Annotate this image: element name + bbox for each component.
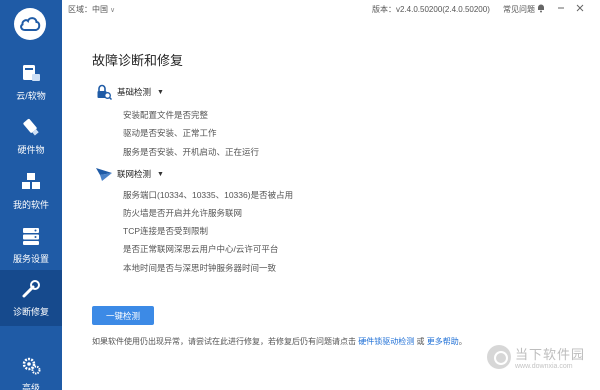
sidebar-item-label: 高级 <box>21 383 40 390</box>
sidebar-item-my-software[interactable]: 我的软件 <box>0 163 62 219</box>
cloud-device-icon <box>18 60 44 86</box>
app-logo <box>14 8 46 40</box>
cubes-icon <box>18 169 44 195</box>
watermark: 当下软件园 www.downxia.com <box>487 344 585 370</box>
minimize-icon[interactable] <box>555 2 567 14</box>
usb-key-icon <box>18 114 44 140</box>
check-item: 服务端口(10334、10335、10336)是否被占用 <box>123 190 294 200</box>
sidebar-item-label: 我的软件 <box>12 200 49 210</box>
page-title: 故障诊断和修复 <box>92 53 184 68</box>
watermark-text: 当下软件园 www.downxia.com <box>515 344 585 370</box>
sidebar-item-label: 诊断修复 <box>12 307 49 317</box>
check-item: 本地时间是否与深思时钟服务器时间一致 <box>123 263 277 273</box>
check-item: 是否正常联网深思云用户中心/云许可平台 <box>123 244 279 254</box>
cloud-logo-icon <box>20 17 41 31</box>
sidebar-item-label: 服务设置 <box>12 254 49 264</box>
wrench-icon <box>18 276 44 302</box>
sidebar: 云/软物 硬件物 我的软件 服务设置 诊断修复 高级 <box>0 0 62 390</box>
version-value: v2.4.0.50200(2.4.0.50200) <box>396 5 490 14</box>
section-title: 基础检测 <box>117 87 152 97</box>
section-basic-check[interactable]: 基础检测 ▼ <box>95 83 164 101</box>
faq-link[interactable]: 常见问题 <box>503 4 535 15</box>
app-window: 云/软物 硬件物 我的软件 服务设置 诊断修复 高级 区域：中国 ∨ 版本：v2… <box>0 0 600 390</box>
check-item: 驱动是否安装、正常工作 <box>123 128 217 138</box>
version-info: 版本：v2.4.0.50200(2.4.0.50200) <box>372 4 490 15</box>
one-click-check-button[interactable]: 一键检测 <box>92 306 154 325</box>
driver-check-link[interactable]: 硬件锁驱动检测 <box>358 337 414 346</box>
footer-middle: 或 <box>416 337 425 346</box>
version-label: 版本： <box>372 5 396 14</box>
close-icon[interactable] <box>574 2 586 14</box>
watermark-url: www.downxia.com <box>515 363 573 370</box>
region-selector[interactable]: 区域：中国 ∨ <box>68 4 115 15</box>
sidebar-item-hardware-key[interactable]: 硬件物 <box>0 108 62 164</box>
footer-note: 如果软件使用仍出现异常，请尝试在此进行修复，若修复后仍有问题请点击 硬件锁驱动检… <box>92 336 467 347</box>
title-bar: 区域：中国 ∨ 版本：v2.4.0.50200(2.4.0.50200) 常见问题 <box>62 0 600 18</box>
section-title: 联网检测 <box>117 169 152 179</box>
sidebar-item-label: 硬件物 <box>17 145 45 155</box>
watermark-logo-icon <box>487 345 511 369</box>
sidebar-item-service-settings[interactable]: 服务设置 <box>0 217 62 273</box>
sidebar-item-cloud[interactable]: 云/软物 <box>0 54 62 110</box>
section-network-check[interactable]: 联网检测 ▼ <box>95 165 164 183</box>
gears-icon <box>18 352 44 378</box>
check-item: 服务是否安装、开机启动、正在运行 <box>123 147 260 157</box>
chevron-down-icon: ∨ <box>110 7 116 14</box>
sidebar-item-label: 云/软物 <box>16 91 46 101</box>
server-icon <box>18 223 44 249</box>
lock-search-icon <box>95 83 113 101</box>
caret-down-icon: ▼ <box>157 88 164 96</box>
paper-plane-icon <box>95 165 113 183</box>
region-label: 区域： <box>68 5 92 14</box>
more-help-link[interactable]: 更多帮助 <box>427 337 459 346</box>
footer-suffix: 。 <box>458 337 467 346</box>
check-item: 防火墙是否开启并允许服务联网 <box>123 208 243 218</box>
region-value: 中国 <box>92 5 108 14</box>
check-item: 安装配置文件是否完整 <box>123 110 209 120</box>
watermark-name: 当下软件园 <box>515 347 586 362</box>
check-item: TCP连接是否受到限制 <box>123 226 209 236</box>
sidebar-item-advanced[interactable]: 高级 <box>0 346 62 390</box>
sidebar-item-diagnose-repair[interactable]: 诊断修复 <box>0 270 62 326</box>
caret-down-icon: ▼ <box>157 170 164 178</box>
footer-prefix: 如果软件使用仍出现异常，请尝试在此进行修复，若修复后仍有问题请点击 <box>92 337 356 346</box>
bell-icon[interactable] <box>535 2 547 14</box>
